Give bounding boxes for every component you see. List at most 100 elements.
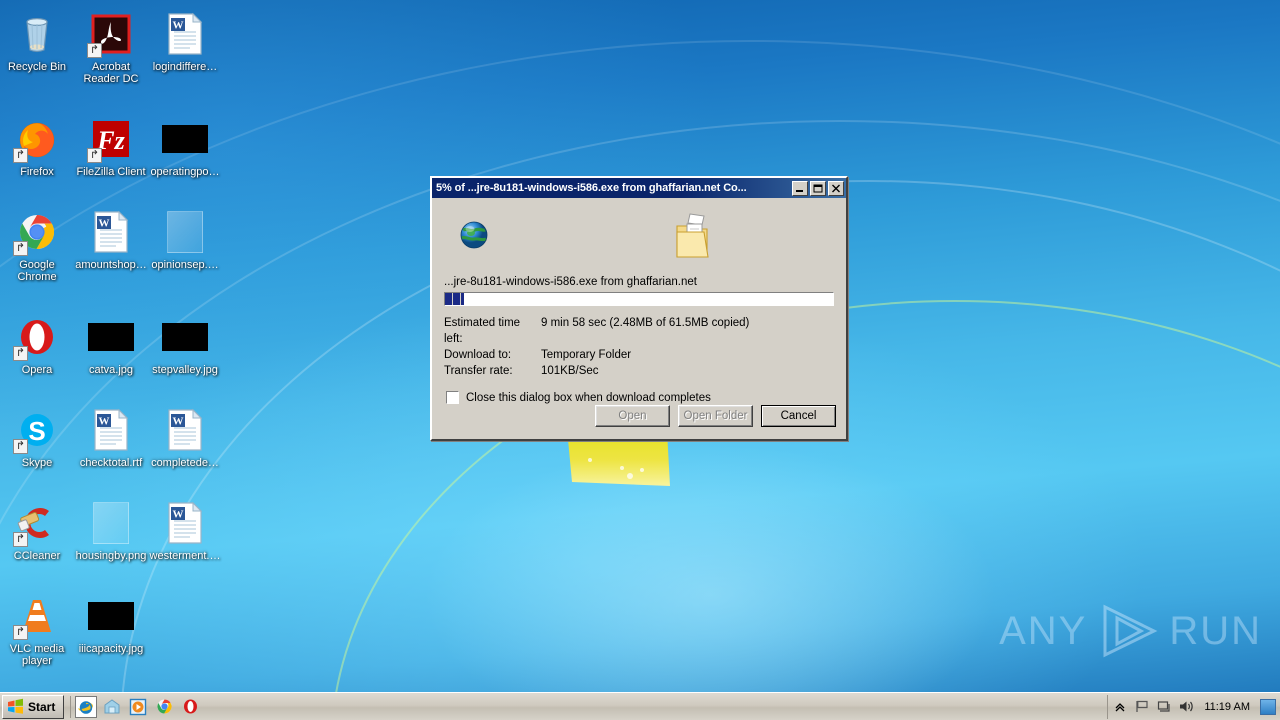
flag-action-center-icon[interactable] xyxy=(1134,699,1150,715)
quick-launch-bar xyxy=(70,695,201,718)
desktop-icon-westerment[interactable]: W westerment.… xyxy=(148,493,222,564)
desktop[interactable]: Recycle Bin ↱ Acrobat Reader DC W logind… xyxy=(0,0,1280,720)
play-triangle-icon xyxy=(1103,604,1158,658)
vlc-icon: ↱ xyxy=(13,592,61,640)
svg-text:W: W xyxy=(173,416,184,428)
volume-icon[interactable] xyxy=(1178,699,1194,715)
blank-document-icon xyxy=(87,499,135,547)
open-button[interactable]: Open xyxy=(595,405,670,427)
desktop-icon-completede[interactable]: W completede… xyxy=(148,400,222,471)
media-player-icon[interactable] xyxy=(127,696,149,718)
info-label: Estimated time left: xyxy=(444,317,521,345)
close-when-complete-checkbox[interactable] xyxy=(445,390,460,405)
desktop-icon-label: CCleaner xyxy=(13,550,61,562)
network-icon[interactable] xyxy=(1156,699,1172,715)
folder-document-icon xyxy=(672,212,712,267)
info-label: Download to: xyxy=(444,349,512,361)
word-document-icon: W xyxy=(161,10,209,58)
shortcut-arrow-icon: ↱ xyxy=(13,346,28,361)
svg-text:W: W xyxy=(99,416,110,428)
opera-icon[interactable] xyxy=(179,696,201,718)
desktop-icon-skype[interactable]: S ↱ Skype xyxy=(0,400,74,471)
desktop-icon-label: VLC media player xyxy=(9,643,65,667)
shortcut-arrow-icon: ↱ xyxy=(87,43,102,58)
info-value: 9 min 58 sec (2.48MB of 61.5MB copied) xyxy=(541,317,750,329)
start-button[interactable]: Start xyxy=(2,694,65,719)
icon-row: ↱ VLC media player iiicapacity.jpg xyxy=(0,586,230,669)
taskbar[interactable]: Start 11:19 AM xyxy=(0,692,1280,720)
desktop-icon-opera[interactable]: ↱ Opera xyxy=(0,307,74,378)
acrobat-reader-icon: ↱ xyxy=(87,10,135,58)
desktop-icon-label: catva.jpg xyxy=(88,364,134,376)
black-image-icon xyxy=(87,592,135,640)
info-value: 101KB/Sec xyxy=(541,365,599,377)
minimize-button[interactable] xyxy=(792,180,808,196)
opera-icon: ↱ xyxy=(13,313,61,361)
desktop-icon-operatingpo[interactable]: operatingpo… xyxy=(148,109,222,180)
desktop-icon-firefox[interactable]: ↱ Firefox xyxy=(0,109,74,180)
info-row-download-to: Download to: Temporary Folder xyxy=(444,347,836,363)
recycle-bin-icon xyxy=(13,10,61,58)
desktop-icon-checktotal-rtf[interactable]: W checktotal.rtf xyxy=(74,400,148,471)
icon-row: ↱ Firefox Fz ↱ FileZilla Client operatin… xyxy=(0,109,230,180)
globe-icon xyxy=(459,220,489,255)
wallpaper-glow xyxy=(400,430,1020,720)
desktop-icon-opinionsep[interactable]: opinionsep.… xyxy=(148,202,222,285)
close-when-complete-row[interactable]: Close this dialog box when download comp… xyxy=(445,390,836,405)
desktop-icon-label: iiicapacity.jpg xyxy=(78,643,144,655)
desktop-icon-label: FileZilla Client xyxy=(76,166,146,178)
close-button[interactable] xyxy=(828,180,844,196)
download-dialog[interactable]: 5% of ...jre-8u181-windows-i586.exe from… xyxy=(430,176,848,441)
desktop-icon-housingby-png[interactable]: housingby.png xyxy=(74,493,148,564)
desktop-icon-vlc-media-player[interactable]: ↱ VLC media player xyxy=(0,586,74,669)
internet-explorer-icon[interactable] xyxy=(75,695,98,718)
desktop-icon-grid: Recycle Bin ↱ Acrobat Reader DC W logind… xyxy=(0,4,230,669)
desktop-icon-stepvalley-jpg[interactable]: stepvalley.jpg xyxy=(148,307,222,378)
skype-icon: S ↱ xyxy=(13,406,61,454)
svg-text:S: S xyxy=(28,416,45,446)
svg-text:W: W xyxy=(173,20,184,32)
info-row-transfer-rate: Transfer rate: 101KB/Sec xyxy=(444,363,836,379)
word-document-icon: W xyxy=(87,208,135,256)
open-folder-button[interactable]: Open Folder xyxy=(678,405,753,427)
desktop-icon-label: Firefox xyxy=(20,166,54,178)
desktop-icon-label: opinionsep.… xyxy=(151,259,219,271)
desktop-icon-iiicapacity-jpg[interactable]: iiicapacity.jpg xyxy=(74,586,148,669)
desktop-icon-ccleaner[interactable]: ↱ CCleaner xyxy=(0,493,74,564)
icon-row: ↱ Opera catva.jpg stepvalley.jpg xyxy=(0,307,230,378)
desktop-icon-label: Skype xyxy=(21,457,53,469)
desktop-icon-catva-jpg[interactable]: catva.jpg xyxy=(74,307,148,378)
desktop-icon-label: operatingpo… xyxy=(150,166,220,178)
maximize-button[interactable] xyxy=(810,180,826,196)
chrome-icon[interactable] xyxy=(153,696,175,718)
dialog-transfer-icons xyxy=(442,208,836,266)
word-document-icon: W xyxy=(161,499,209,547)
shortcut-arrow-icon: ↱ xyxy=(13,532,28,547)
desktop-icon-recycle-bin[interactable]: Recycle Bin xyxy=(0,4,74,87)
start-button-label: Start xyxy=(28,699,56,714)
watermark-text-any: ANY xyxy=(999,608,1088,653)
dialog-title: 5% of ...jre-8u181-windows-i586.exe from… xyxy=(436,182,747,194)
desktop-icon-label: amountshop… xyxy=(75,259,147,271)
desktop-icon-filezilla-client[interactable]: Fz ↱ FileZilla Client xyxy=(74,109,148,180)
desktop-icon-logindiffere[interactable]: W logindiffere… xyxy=(148,4,222,87)
desktop-icon-acrobat-reader-dc[interactable]: ↱ Acrobat Reader DC xyxy=(74,4,148,87)
dialog-titlebar[interactable]: 5% of ...jre-8u181-windows-i586.exe from… xyxy=(432,178,846,198)
show-hidden-icons-icon[interactable] xyxy=(1112,699,1128,715)
desktop-icon-google-chrome[interactable]: ↱ Google Chrome xyxy=(0,202,74,285)
cancel-button[interactable]: Cancel xyxy=(761,405,836,427)
shortcut-arrow-icon: ↱ xyxy=(13,148,28,163)
icon-row: ↱ Google Chrome W amountshop… opinionsep… xyxy=(0,202,230,285)
desktop-icon-amountshop[interactable]: W amountshop… xyxy=(74,202,148,285)
desktop-icon-label: logindiffere… xyxy=(152,61,218,73)
black-image-icon xyxy=(161,313,209,361)
dialog-filename-line: ...jre-8u181-windows-i586.exe from ghaff… xyxy=(444,276,697,288)
system-tray: 11:19 AM xyxy=(1107,694,1280,719)
taskbar-clock[interactable]: 11:19 AM xyxy=(1200,701,1254,713)
show-desktop-icon[interactable] xyxy=(101,696,123,718)
show-desktop-button[interactable] xyxy=(1260,698,1276,715)
anyrun-watermark: ANY RUN xyxy=(999,604,1262,658)
black-image-icon xyxy=(161,115,209,163)
desktop-icon-label: checktotal.rtf xyxy=(79,457,143,469)
info-label: Transfer rate: xyxy=(444,365,513,377)
